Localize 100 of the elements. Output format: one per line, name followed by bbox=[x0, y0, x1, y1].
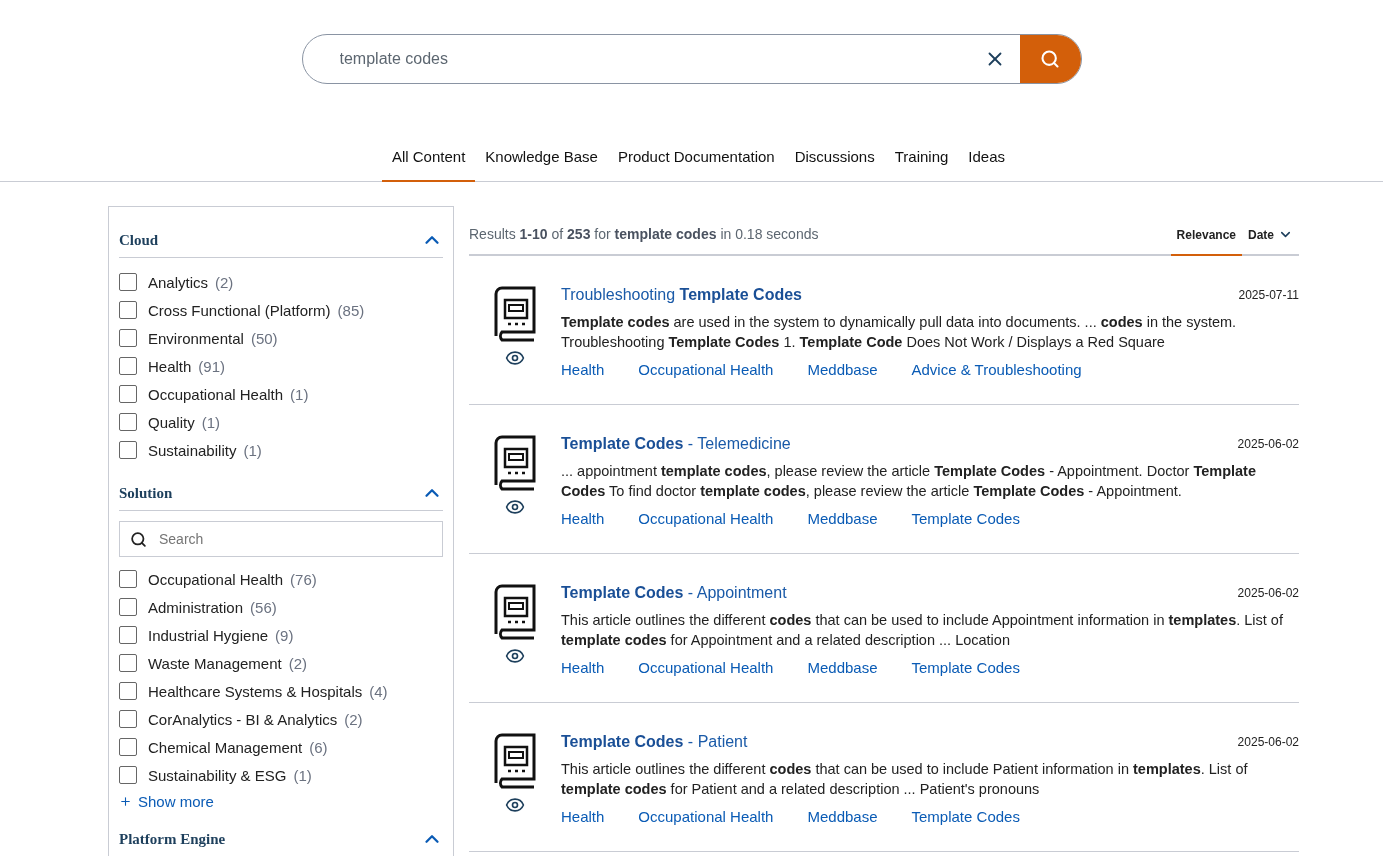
plus-icon bbox=[119, 795, 132, 808]
show-more-link[interactable]: Show more bbox=[119, 789, 214, 810]
checkbox[interactable] bbox=[119, 598, 137, 616]
tag-link[interactable]: Meddbase bbox=[807, 659, 878, 676]
result-title-link[interactable]: Template Codes - Telemedicine bbox=[561, 435, 791, 453]
tag-link[interactable]: Occupational Health bbox=[638, 361, 774, 378]
filter-label: Sustainability bbox=[148, 441, 237, 459]
checkbox[interactable] bbox=[119, 710, 137, 728]
filter-count: (1) bbox=[293, 766, 312, 784]
filter-count: (2) bbox=[288, 654, 308, 672]
search-icon bbox=[130, 530, 147, 548]
search-button[interactable] bbox=[1019, 35, 1081, 83]
result-title-link[interactable]: Template Codes - Appointment bbox=[561, 584, 787, 602]
tag-link[interactable]: Health bbox=[561, 510, 605, 527]
filter-count: (1) bbox=[201, 413, 221, 431]
section-title: Cloud bbox=[119, 231, 159, 249]
checkbox[interactable] bbox=[119, 570, 137, 588]
eye-icon[interactable] bbox=[505, 348, 525, 368]
tab[interactable]: Product Documentation bbox=[607, 134, 785, 182]
filter-label: Sustainability & ESG bbox=[148, 766, 287, 784]
checkbox[interactable] bbox=[119, 738, 137, 756]
tag-link[interactable]: Health bbox=[561, 659, 605, 676]
tab[interactable]: Discussions bbox=[784, 134, 885, 182]
filter-label: Administration bbox=[148, 598, 244, 616]
result-date: 2025-06-02 bbox=[1237, 735, 1299, 749]
checkbox[interactable] bbox=[119, 413, 137, 431]
filter-count: (85) bbox=[337, 301, 365, 319]
checkbox[interactable] bbox=[119, 626, 137, 644]
filter-count: (1) bbox=[243, 441, 262, 459]
filter-label: Industrial Hygiene bbox=[148, 626, 269, 644]
result-date: 2025-06-02 bbox=[1237, 586, 1299, 600]
tag-link[interactable]: Health bbox=[561, 361, 605, 378]
result-title-link[interactable]: Template Codes - Patient bbox=[561, 733, 748, 751]
result-date: 2025-07-11 bbox=[1238, 288, 1299, 302]
checkbox[interactable] bbox=[119, 441, 137, 459]
filter-label: Analytics bbox=[148, 273, 209, 291]
checkbox[interactable] bbox=[119, 654, 137, 672]
result-title-link[interactable]: Troubleshooting Template Codes bbox=[561, 286, 802, 304]
filter-count: (9) bbox=[275, 626, 294, 644]
filter-count: (2) bbox=[215, 273, 234, 291]
tab[interactable]: All Content bbox=[381, 134, 476, 182]
result-snippet: This article outlines the different codes that can be used to include Appointment information in templates. List of template codes for Appointment and a related description ... Location bbox=[561, 611, 1284, 650]
tag-link[interactable]: Template Codes bbox=[911, 510, 1020, 527]
result-snippet: Template codes are used in the system to dynamically pull data into documents. ... codes in the system. Troubleshooting Template Codes 1. Template Code Does Not Work / Displays a Red Square bbox=[561, 313, 1238, 352]
filter-count: (76) bbox=[290, 570, 317, 588]
result-date: 2025-06-02 bbox=[1237, 437, 1299, 451]
tab[interactable]: Ideas bbox=[958, 134, 1016, 182]
filter-label: Waste Management bbox=[148, 654, 282, 672]
filter-label: CorAnalytics - BI & Analytics bbox=[148, 710, 338, 728]
section-title: Solution bbox=[119, 484, 173, 502]
checkbox[interactable] bbox=[119, 329, 137, 347]
tab[interactable]: Training bbox=[884, 134, 959, 182]
filter-count: (91) bbox=[198, 357, 226, 375]
checkbox[interactable] bbox=[119, 273, 137, 291]
book-icon bbox=[492, 733, 538, 789]
filter-label: Cross Functional (Platform) bbox=[148, 301, 331, 319]
filter-count: (1) bbox=[290, 385, 309, 403]
results-summary: Results 1-10 of 253 for template codes in 0.18 seconds bbox=[469, 226, 819, 244]
filter-count: (50) bbox=[250, 329, 278, 347]
tab[interactable]: Knowledge Base bbox=[475, 134, 608, 182]
filter-label: Chemical Management bbox=[148, 738, 303, 756]
filter-label: Environmental bbox=[148, 329, 244, 347]
book-icon bbox=[492, 584, 538, 640]
filter-count: (4) bbox=[369, 682, 388, 700]
filter-label: Quality bbox=[148, 413, 195, 431]
tag-link[interactable]: Template Codes bbox=[911, 659, 1020, 676]
filter-count: (56) bbox=[250, 598, 277, 616]
section-title: Platform Engine bbox=[119, 830, 226, 848]
tag-link[interactable]: Meddbase bbox=[807, 361, 878, 378]
query-field[interactable]: template codes bbox=[302, 35, 984, 83]
tag-link[interactable]: Occupational Health bbox=[638, 808, 774, 825]
book-icon bbox=[492, 286, 538, 342]
tag-link[interactable]: Meddbase bbox=[807, 808, 878, 825]
filter-label: Health bbox=[148, 357, 192, 375]
checkbox[interactable] bbox=[119, 682, 137, 700]
eye-icon[interactable] bbox=[505, 497, 525, 517]
result-snippet: This article outlines the different codes that can be used to include Patient information in templates. List of template codes for Patient and a related description ... Patient's pronouns bbox=[561, 760, 1249, 799]
checkbox[interactable] bbox=[119, 385, 137, 403]
filter-search-box[interactable]: Search bbox=[119, 521, 443, 557]
filter-label: Healthcare Systems & Hospitals bbox=[148, 682, 363, 700]
filter-count: (2) bbox=[344, 710, 363, 728]
checkbox[interactable] bbox=[119, 301, 137, 319]
checkbox[interactable] bbox=[119, 357, 137, 375]
checkbox[interactable] bbox=[119, 766, 137, 784]
search-icon bbox=[1040, 49, 1060, 69]
sort-option[interactable]: Date bbox=[1242, 227, 1299, 256]
tag-link[interactable]: Occupational Health bbox=[638, 659, 774, 676]
tag-link[interactable]: Meddbase bbox=[807, 510, 878, 527]
eye-icon[interactable] bbox=[505, 795, 525, 815]
sort-option[interactable]: Relevance bbox=[1170, 227, 1242, 256]
tag-link[interactable]: Health bbox=[561, 808, 605, 825]
tag-link[interactable]: Occupational Health bbox=[638, 510, 774, 527]
tag-link[interactable]: Template Codes bbox=[911, 808, 1020, 825]
filter-label: Occupational Health bbox=[148, 570, 284, 588]
book-icon bbox=[492, 435, 538, 491]
filter-count: (6) bbox=[309, 738, 328, 756]
eye-icon[interactable] bbox=[505, 646, 525, 666]
tag-link[interactable]: Advice & Troubleshooting bbox=[911, 361, 1082, 378]
result-snippet: ... appointment template codes, please review the article Template Codes - Appointment. Doctor Template Codes To find doctor template codes, please review the article Template Codes - Appointment. bbox=[561, 462, 1257, 501]
filter-label: Occupational Health bbox=[148, 385, 284, 403]
